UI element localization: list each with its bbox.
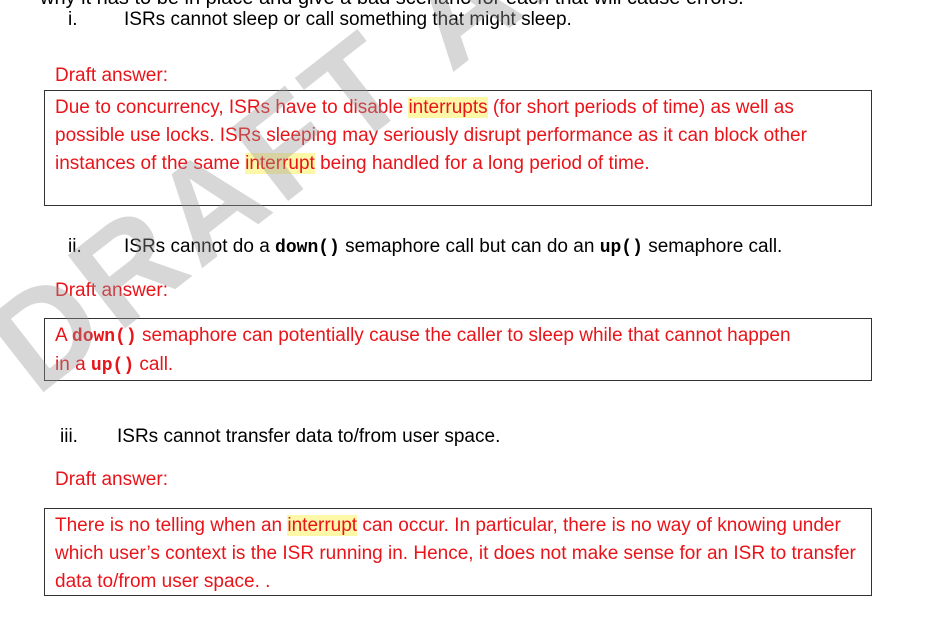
question-number: i. xyxy=(68,9,78,30)
draft-answer-label: Draft answer: xyxy=(55,65,168,86)
question-i: i. ISRs cannot sleep or call something th… xyxy=(68,9,572,31)
draft-answer-label: Draft answer: xyxy=(55,469,168,490)
code-down: down() xyxy=(71,327,137,347)
highlighted-term: interrupts xyxy=(408,97,488,118)
question-number: ii. xyxy=(68,236,82,257)
code-up: up() xyxy=(90,356,135,376)
highlighted-term: interrupt xyxy=(245,153,315,174)
answer-box-iii: There is no telling when an interrupt ca… xyxy=(44,508,872,596)
question-text: semaphore call but can do an xyxy=(339,236,600,257)
question-text: ISRs cannot sleep or call something that… xyxy=(124,9,572,30)
question-iii: iii. ISRs cannot transfer data to/from us… xyxy=(60,426,500,448)
draft-answer-label: Draft answer: xyxy=(55,280,168,301)
answer-text: A xyxy=(55,325,72,346)
answer-box-ii: A down() semaphore can potentially cause… xyxy=(44,318,872,381)
question-text: ISRs cannot transfer data to/from user s… xyxy=(117,426,501,447)
answer-text: being handled for a long period of time. xyxy=(314,153,650,174)
answer-text: call. xyxy=(134,354,174,375)
answer-box-i: Due to concurrency, ISRs have to disable… xyxy=(44,90,872,206)
answer-text: There is no telling when an xyxy=(55,515,288,536)
question-text: semaphore call. xyxy=(642,236,783,257)
highlighted-term: interrupt xyxy=(287,515,358,536)
code-up: up() xyxy=(599,238,643,258)
answer-text: Due to concurrency, ISRs have to disable xyxy=(55,97,409,118)
question-text: ISRs cannot do a xyxy=(124,236,276,257)
code-down: down() xyxy=(275,238,340,258)
question-number: iii. xyxy=(60,426,78,447)
question-ii: ii. ISRs cannot do a down() semaphore cal… xyxy=(68,236,782,258)
